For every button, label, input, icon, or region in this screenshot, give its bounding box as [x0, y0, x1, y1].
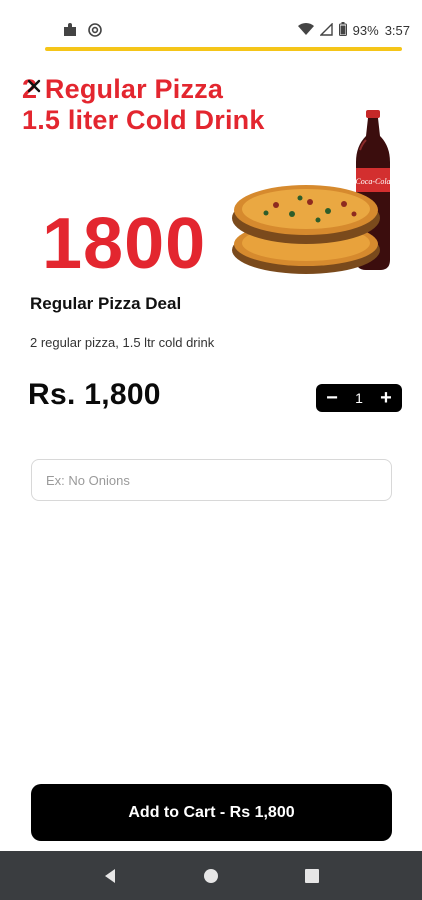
accent-divider	[45, 47, 402, 51]
status-bar: 93% 3:57	[0, 0, 422, 62]
add-to-cart-button[interactable]: Add to Cart - Rs 1,800	[31, 784, 392, 841]
at-sign-icon	[88, 23, 102, 42]
pizza-and-drink-image: Coca-Cola	[232, 110, 391, 274]
quantity-stepper: − 1 +	[316, 384, 402, 412]
close-icon[interactable]	[24, 76, 44, 96]
status-right-icons: 93% 3:57	[297, 21, 410, 39]
increment-button[interactable]: +	[378, 388, 394, 408]
recents-icon[interactable]	[292, 856, 332, 896]
wifi-icon	[297, 22, 314, 39]
quantity-value: 1	[355, 390, 363, 406]
deal-banner: 2 Regular Pizza 1.5 liter Cold Drink 180…	[0, 62, 422, 282]
battery-percent: 93%	[352, 23, 379, 38]
home-icon[interactable]	[191, 856, 231, 896]
status-left-icons	[62, 22, 102, 43]
system-nav-bar	[0, 851, 422, 900]
signal-icon	[318, 21, 333, 39]
product-description: 2 regular pizza, 1.5 ltr cold drink	[30, 335, 215, 350]
svg-text:Coca-Cola: Coca-Cola	[355, 177, 390, 186]
banner-price: 1800	[42, 204, 207, 282]
special-instructions-input[interactable]	[31, 459, 392, 501]
product-title: Regular Pizza Deal	[30, 294, 182, 313]
headline-line-1: 2 Regular Pizza	[22, 74, 224, 104]
back-icon[interactable]	[90, 856, 130, 896]
battery-icon	[338, 22, 347, 39]
product-price: Rs. 1,800	[28, 378, 161, 411]
clock: 3:57	[384, 23, 410, 38]
puzzle-icon	[62, 22, 78, 43]
pizza-top	[232, 185, 380, 244]
decrement-button[interactable]: −	[324, 388, 340, 408]
